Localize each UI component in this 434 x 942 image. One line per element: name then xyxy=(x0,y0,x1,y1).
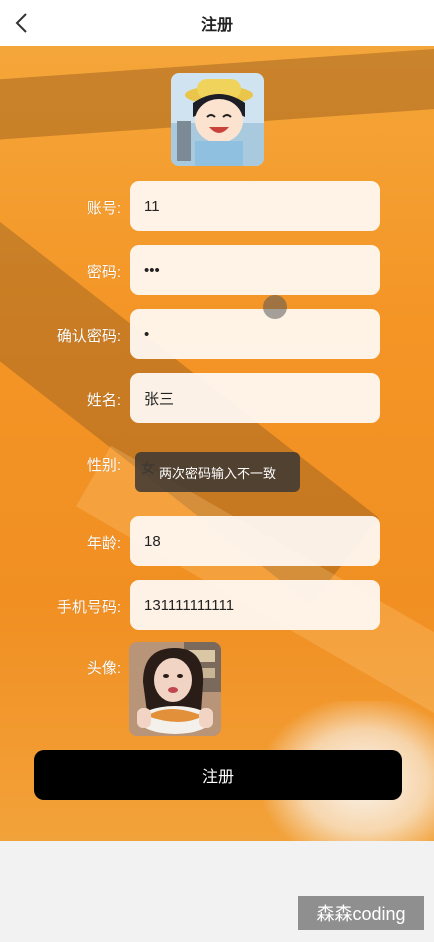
page-title: 注册 xyxy=(200,17,233,34)
back-button[interactable] xyxy=(8,9,36,37)
account-input[interactable]: 11 xyxy=(130,181,380,231)
account-label: 账号: xyxy=(86,200,121,217)
password-label: 密码: xyxy=(86,264,121,281)
phone-row: 手机号码: 131111111111 xyxy=(0,580,434,630)
avatar-label: 头像: xyxy=(86,660,121,677)
age-label: 年龄: xyxy=(86,535,121,552)
name-label: 姓名: xyxy=(86,392,121,409)
password-input[interactable]: ••• xyxy=(130,245,380,295)
confirm-password-input[interactable]: • xyxy=(130,309,380,359)
avatar-upload[interactable] xyxy=(129,642,221,736)
name-row: 姓名: 张三 xyxy=(0,373,434,423)
password-row: 密码: ••• xyxy=(0,245,434,295)
phone-label: 手机号码: xyxy=(56,599,121,616)
phone-input[interactable]: 131111111111 xyxy=(130,580,380,630)
account-row: 账号: 11 xyxy=(0,181,434,231)
gender-label: 性别: xyxy=(86,457,121,474)
chevron-left-icon xyxy=(15,13,27,33)
nav-bar: 注册 xyxy=(0,0,434,46)
error-toast: 两次密码输入不一致 xyxy=(135,452,300,492)
register-button[interactable]: 注册 xyxy=(34,750,402,800)
profile-avatar[interactable] xyxy=(171,73,264,166)
age-input[interactable]: 18 xyxy=(130,516,380,566)
cartoon-avatar-image xyxy=(171,73,264,166)
watermark: 森森coding xyxy=(298,896,424,930)
touch-indicator xyxy=(263,295,287,319)
avatar-photo-image xyxy=(129,642,221,736)
confirm-password-row: 确认密码: • xyxy=(0,309,434,359)
age-row: 年龄: 18 xyxy=(0,516,434,566)
name-input[interactable]: 张三 xyxy=(130,373,380,423)
confirm-password-label: 确认密码: xyxy=(56,328,121,345)
